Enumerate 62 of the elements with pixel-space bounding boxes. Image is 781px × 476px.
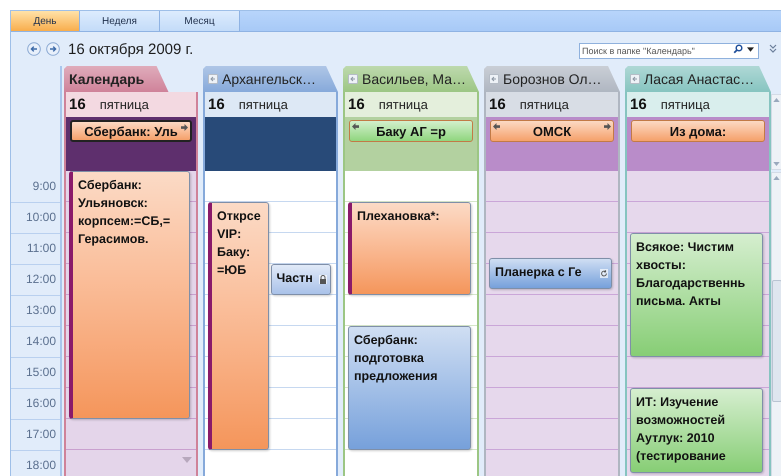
scroll-up-icon[interactable] [773, 176, 780, 180]
overlay-arrow-icon[interactable] [208, 74, 218, 84]
all-day-event[interactable]: ОМСК [490, 120, 614, 142]
weekday-label: пятница [660, 97, 710, 112]
day-number: 16 [489, 96, 506, 113]
calendar-event[interactable]: Частн [270, 264, 331, 295]
back-icon[interactable] [27, 42, 41, 56]
calendar-tab[interactable]: Календарь [64, 66, 169, 92]
date-title: 16 октября 2009 г. [68, 40, 194, 58]
time-label: 14:00 [26, 334, 56, 348]
day-number: 16 [348, 96, 365, 113]
time-label: 18:00 [26, 458, 56, 472]
all-day-event[interactable]: Сбербанк: Уль [70, 120, 192, 142]
search-icon[interactable] [733, 44, 743, 54]
overlay-arrow-icon[interactable] [489, 74, 499, 84]
calendar-tab[interactable]: Борознов Ол… [484, 66, 620, 92]
time-label: 9:00 [32, 179, 56, 193]
day-number: 16 [69, 96, 86, 113]
calendar-tab[interactable]: Архангельск… [203, 66, 338, 92]
calendar-event[interactable]: Планерка с Ге [489, 258, 612, 289]
calendar-event[interactable]: Открсе VIP: Баку: =ЮБ [208, 202, 268, 450]
view-tab[interactable]: Неделя [80, 11, 160, 31]
all-day-event[interactable]: Из дома: [631, 120, 765, 142]
calendar-tab[interactable]: Ласая Анастас… [625, 66, 771, 92]
calendar-event[interactable]: ИТ: Изучение возможностей Аутлук: 2010 (тестирование [630, 388, 763, 474]
time-label: 12:00 [26, 272, 56, 286]
calendar-event[interactable]: Плехановка*: [348, 202, 471, 295]
time-label: 17:00 [26, 427, 56, 441]
time-label: 13:00 [26, 303, 56, 317]
scroll-up-icon[interactable] [773, 98, 780, 102]
view-tab[interactable]: Месяц [160, 11, 240, 31]
expand-icon[interactable] [769, 44, 777, 54]
weekday-label: пятница [378, 97, 428, 112]
calendar-event[interactable]: Сбербанк: подготовка предложения [348, 326, 471, 450]
weekday-label: пятница [100, 97, 149, 112]
calendar-tab[interactable]: Васильев, Ма… [343, 66, 479, 92]
calendar-title: Ласая Анастас… [644, 71, 754, 87]
scrollbar[interactable] [771, 172, 781, 476]
day-number: 16 [630, 96, 647, 113]
calendar-title: Календарь [69, 71, 144, 87]
calendar-event[interactable]: Сбербанк: Ульяновск: корпсем:=СБ,= Герасимов. [69, 171, 190, 419]
all-day-event[interactable]: Баку АГ =р [349, 120, 473, 142]
search-field[interactable]: Поиск в папке "Календарь" [579, 43, 759, 59]
time-label: 10:00 [26, 210, 56, 224]
weekday-label: пятница [520, 97, 569, 112]
time-label: 15:00 [26, 365, 56, 379]
overlay-arrow-icon[interactable] [348, 74, 358, 84]
calendar-title: Борознов Ол… [503, 71, 602, 87]
time-label: 11:00 [26, 241, 56, 255]
more-below-icon[interactable] [182, 457, 192, 463]
calendar-title: Архангельск… [222, 71, 316, 87]
forward-icon[interactable] [46, 42, 60, 56]
calendar-title: Васильев, Ма… [362, 71, 466, 87]
time-label: 16:00 [26, 396, 56, 410]
day-number: 16 [208, 96, 225, 113]
caret-icon[interactable] [747, 47, 754, 52]
overlay-arrow-icon[interactable] [630, 74, 640, 84]
weekday-label: пятница [238, 97, 288, 112]
calendar-event[interactable]: Всякое: Чистим хвосты: Благодарственнь письма. Акты [630, 233, 763, 357]
scrollbar[interactable] [771, 94, 781, 170]
view-tab[interactable]: День [11, 11, 80, 31]
scroll-down-icon[interactable] [773, 162, 780, 166]
